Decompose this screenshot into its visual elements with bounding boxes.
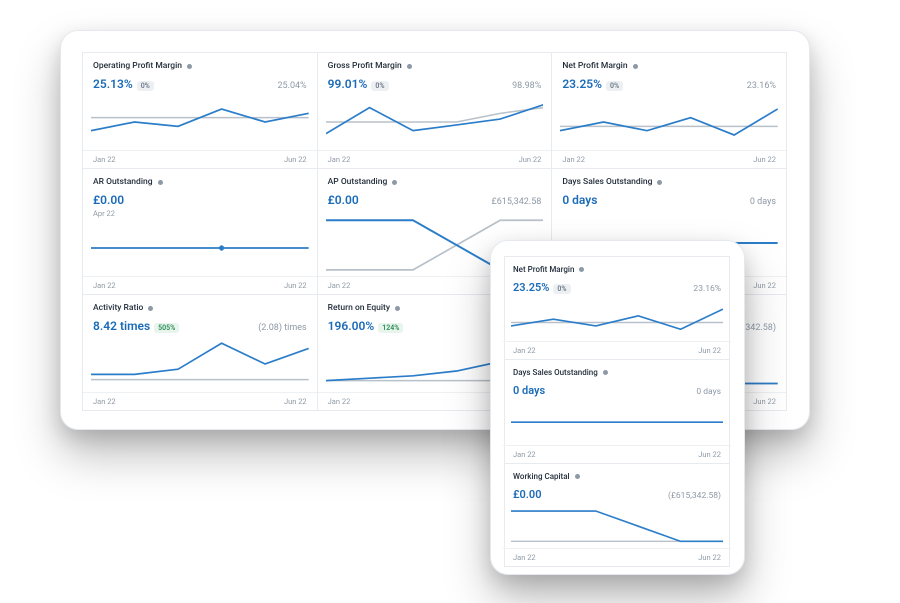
info-icon[interactable] xyxy=(148,306,153,311)
kpi-card-act[interactable]: Activity Ratio 8.42 times 505% (2.08) times… xyxy=(82,294,318,411)
info-icon[interactable] xyxy=(187,64,192,69)
kpi-grid-tablet: Net Profit Margin 23.25% 0% 23.16% Jan 22 Jun… xyxy=(505,257,730,560)
kpi-value: £0.00 xyxy=(328,193,359,207)
info-icon[interactable] xyxy=(657,180,662,185)
kpi-comparison: 23.16% xyxy=(747,81,776,91)
sparkline-chart xyxy=(511,506,723,546)
kpi-card-opm[interactable]: Operating Profit Margin 25.13% 0% 25.04% Jan… xyxy=(82,52,318,169)
axis-end: Jun 22 xyxy=(698,346,721,355)
kpi-title: AP Outstanding xyxy=(328,177,388,187)
axis-start: Jan 22 xyxy=(93,397,116,406)
sparkline-chart xyxy=(326,96,544,148)
delta-badge: 0% xyxy=(553,284,570,294)
axis-end: Jun 22 xyxy=(753,155,776,164)
axis-end: Jun 22 xyxy=(698,450,721,459)
delta-badge: 0% xyxy=(606,81,623,91)
axis-start: Jan 22 xyxy=(328,155,351,164)
kpi-card-wc[interactable]: Working Capital £0.00 (£615,342.58) Jan 22 J… xyxy=(504,463,730,567)
kpi-comparison: (£615,342.58) xyxy=(668,491,721,501)
kpi-comparison: 98.98% xyxy=(512,81,541,91)
kpi-value: 23.25% xyxy=(562,77,602,91)
kpi-comparison: (2.08) times xyxy=(258,323,306,333)
kpi-value: £0.00 xyxy=(513,488,541,501)
delta-badge: 0% xyxy=(137,81,154,91)
axis-start: Jan 22 xyxy=(562,155,585,164)
kpi-value: £0.00 xyxy=(93,193,124,207)
kpi-value: 196.00% xyxy=(328,319,375,333)
sparkline-chart xyxy=(511,402,723,442)
kpi-card-npm[interactable]: Net Profit Margin 23.25% 0% 23.16% Jan 22 Jun… xyxy=(504,256,730,360)
axis-start: Jan 22 xyxy=(93,281,116,290)
info-icon[interactable] xyxy=(633,64,638,69)
kpi-comparison: 0 days xyxy=(750,197,776,207)
kpi-value: 99.01% xyxy=(328,77,368,91)
kpi-title: Activity Ratio xyxy=(93,303,143,313)
delta-badge: 505% xyxy=(154,323,179,333)
kpi-value: 0 days xyxy=(513,384,545,397)
kpi-card-ar[interactable]: AR Outstanding £0.00 Apr 22 Jan 22 Jun 22 xyxy=(82,168,318,295)
sub-label: Apr 22 xyxy=(93,209,307,218)
kpi-comparison: 23.16% xyxy=(693,284,721,294)
kpi-comparison: £615,342.58 xyxy=(491,197,541,207)
kpi-card-dso[interactable]: Days Sales Outstanding 0 days 0 days Jan 22… xyxy=(504,359,730,463)
axis-end: Jun 22 xyxy=(284,155,307,164)
kpi-title: Return on Equity xyxy=(328,303,390,313)
tablet-device: Net Profit Margin 23.25% 0% 23.16% Jan 22 Jun… xyxy=(490,240,745,575)
info-icon[interactable] xyxy=(158,180,163,185)
sparkline-chart xyxy=(91,338,309,390)
axis-end: Jun 22 xyxy=(519,155,542,164)
sparkline-chart xyxy=(91,96,309,148)
kpi-value: 25.13% xyxy=(93,77,133,91)
axis-end: Jun 22 xyxy=(753,281,776,290)
kpi-title: Days Sales Outstanding xyxy=(562,177,652,187)
info-icon[interactable] xyxy=(579,267,584,272)
axis-start: Jan 22 xyxy=(328,281,351,290)
kpi-card-gpm[interactable]: Gross Profit Margin 99.01%0% 98.98% Jan 22 J… xyxy=(317,52,553,169)
kpi-value: 23.25% xyxy=(513,281,549,294)
sparkline-chart xyxy=(91,222,309,274)
kpi-title: Operating Profit Margin xyxy=(93,61,182,71)
kpi-comparison: 25.04% xyxy=(277,81,306,91)
delta-badge: 0% xyxy=(371,81,388,91)
kpi-title: Gross Profit Margin xyxy=(328,61,402,71)
kpi-value: 8.42 times xyxy=(93,319,150,333)
kpi-title: Working Capital xyxy=(513,472,570,481)
kpi-value: 0 days xyxy=(562,193,597,207)
axis-start: Jan 22 xyxy=(513,450,536,459)
info-icon[interactable] xyxy=(395,306,400,311)
delta-badge: 124% xyxy=(378,323,403,333)
sparkline-chart xyxy=(511,299,723,339)
info-icon[interactable] xyxy=(603,370,608,375)
kpi-card-npm[interactable]: Net Profit Margin 23.25% 0% 23.16% Jan 22 Jun… xyxy=(551,52,787,169)
kpi-title: Net Profit Margin xyxy=(562,61,627,71)
axis-end: Jun 22 xyxy=(698,553,721,562)
axis-end: Jun 22 xyxy=(284,281,307,290)
kpi-title: AR Outstanding xyxy=(93,177,153,187)
kpi-title: Days Sales Outstanding xyxy=(513,368,598,377)
axis-end: Jun 22 xyxy=(284,397,307,406)
info-icon[interactable] xyxy=(575,474,580,479)
kpi-comparison: 0 days xyxy=(696,387,721,397)
sparkline-chart xyxy=(560,96,778,148)
info-icon[interactable] xyxy=(407,64,412,69)
axis-start: Jan 22 xyxy=(93,155,116,164)
kpi-title: Net Profit Margin xyxy=(513,265,574,274)
info-icon[interactable] xyxy=(392,180,397,185)
axis-start: Jan 22 xyxy=(328,397,351,406)
axis-start: Jan 22 xyxy=(513,553,536,562)
axis-start: Jan 22 xyxy=(513,346,536,355)
axis-end: Jun 22 xyxy=(753,397,776,406)
